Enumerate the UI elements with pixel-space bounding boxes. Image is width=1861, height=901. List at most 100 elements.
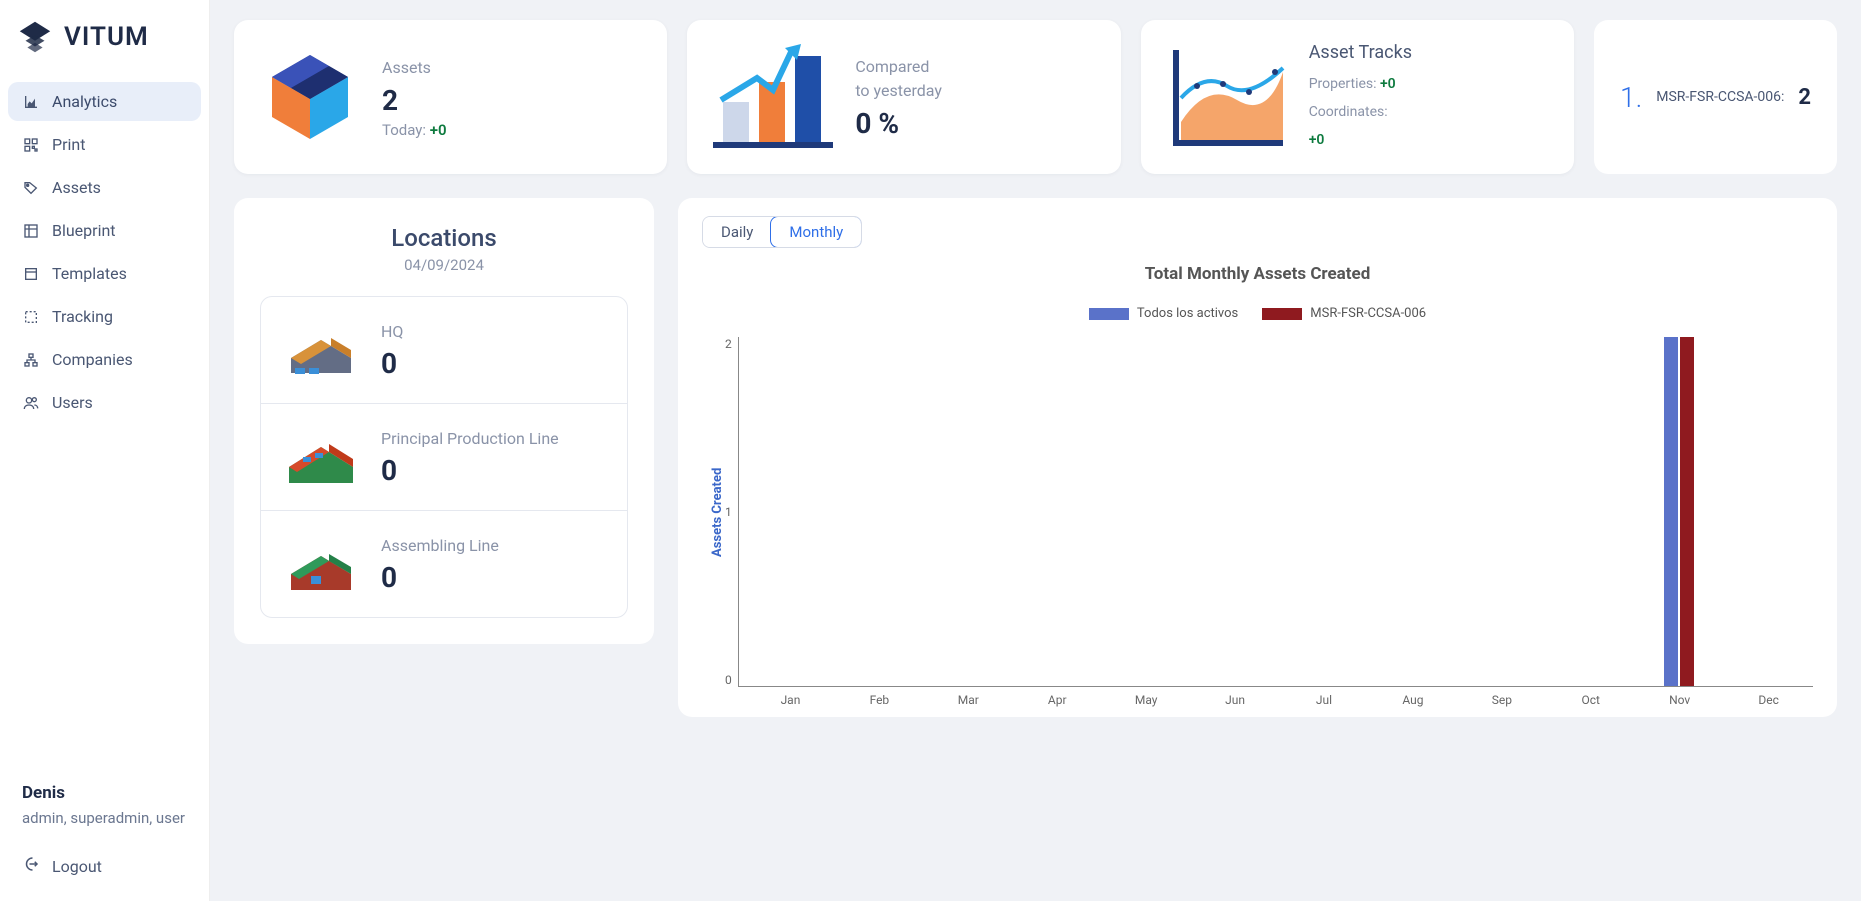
logout-label: Logout: [52, 857, 102, 876]
y-tick: 2: [725, 337, 732, 351]
month-col: [1276, 337, 1366, 686]
chart-plot: [738, 337, 1813, 687]
tracks-coords-label: Coordinates:: [1309, 101, 1412, 125]
compared-value: 0 %: [855, 107, 942, 140]
sidebar-item-analytics[interactable]: Analytics: [8, 82, 201, 121]
location-name: Assembling Line: [381, 535, 499, 557]
assets-today: Today: +0: [382, 121, 447, 139]
x-tick: Aug: [1368, 693, 1457, 707]
month-col: [918, 337, 1008, 686]
brand-name: VITUM: [64, 22, 149, 52]
x-tick: Jun: [1191, 693, 1280, 707]
rank-value: 2: [1798, 85, 1811, 110]
location-item[interactable]: Principal Production Line 0: [261, 404, 627, 511]
locations-title: Locations: [260, 224, 628, 252]
tag-icon: [22, 179, 40, 197]
location-item[interactable]: Assembling Line 0: [261, 511, 627, 617]
qr-icon: [22, 136, 40, 154]
x-tick: Jul: [1280, 693, 1369, 707]
tracks-title: Asset Tracks: [1309, 42, 1412, 63]
sidebar-item-tracking[interactable]: Tracking: [8, 297, 201, 336]
logout-icon: [22, 855, 40, 877]
tab-daily[interactable]: Daily: [703, 217, 771, 247]
location-count: 0: [381, 347, 403, 380]
x-tick: Nov: [1635, 693, 1724, 707]
location-name: Principal Production Line: [381, 428, 559, 450]
building-icon: [281, 422, 361, 492]
x-tick: Sep: [1457, 693, 1546, 707]
month-col: [1544, 337, 1634, 686]
rank-card: 1. MSR-FSR-CCSA-006: 2: [1594, 20, 1837, 174]
x-tick: Mar: [924, 693, 1013, 707]
building-icon: [281, 529, 361, 599]
assets-value: 2: [382, 84, 447, 117]
legend-item-all[interactable]: Todos los activos: [1089, 306, 1238, 321]
chart-bar: [1664, 337, 1678, 686]
sidebar-item-blueprint[interactable]: Blueprint: [8, 211, 201, 250]
chart-bar: [1680, 337, 1694, 686]
bar-growth-icon: [713, 42, 833, 152]
x-tick: May: [1102, 693, 1191, 707]
logo-icon: [16, 18, 54, 56]
chart-legend: Todos los activos MSR-FSR-CCSA-006: [702, 306, 1813, 321]
chart-card: Daily Monthly Total Monthly Assets Creat…: [678, 198, 1837, 717]
chart-xaxis: JanFebMarAprMayJunJulAugSepOctNovDec: [746, 693, 1813, 707]
sidebar-item-label: Templates: [52, 264, 127, 283]
y-tick: 0: [725, 673, 732, 687]
legend-item-series2[interactable]: MSR-FSR-CCSA-006: [1262, 306, 1426, 321]
sidebar: VITUM Analytics Print Assets Blueprint Templ…: [0, 0, 210, 901]
sidebar-item-users[interactable]: Users: [8, 383, 201, 422]
stats-row: Assets 2 Today: +0: [234, 20, 1837, 174]
legend-label-all: Todos los activos: [1137, 306, 1238, 321]
sidebar-item-label: Assets: [52, 178, 101, 197]
compared-line1: Compared: [855, 55, 942, 79]
sidebar-item-assets[interactable]: Assets: [8, 168, 201, 207]
chart-tabs: Daily Monthly: [702, 216, 862, 248]
blueprint-icon: [22, 222, 40, 240]
month-col: [828, 337, 918, 686]
month-col: [1365, 337, 1455, 686]
legend-swatch-series2: [1262, 308, 1302, 320]
sidebar-item-templates[interactable]: Templates: [8, 254, 201, 293]
sidebar-item-print[interactable]: Print: [8, 125, 201, 164]
locations-card: Locations 04/09/2024 HQ0Principal Produc…: [234, 198, 654, 644]
location-count: 0: [381, 561, 499, 594]
tab-monthly[interactable]: Monthly: [770, 216, 862, 248]
brand-logo: VITUM: [8, 18, 201, 76]
month-col: [739, 337, 829, 686]
sidebar-item-label: Users: [52, 393, 93, 412]
templates-icon: [22, 265, 40, 283]
main: Assets 2 Today: +0: [210, 0, 1861, 901]
users-icon: [22, 394, 40, 412]
area-chart-icon: [1167, 42, 1287, 152]
x-tick: Feb: [835, 693, 924, 707]
chart-line-icon: [22, 93, 40, 111]
x-tick: Oct: [1546, 693, 1635, 707]
legend-swatch-all: [1089, 308, 1129, 320]
x-tick: Jan: [746, 693, 835, 707]
sidebar-item-label: Analytics: [52, 92, 117, 111]
sitemap-icon: [22, 351, 40, 369]
tracking-icon: [22, 308, 40, 326]
tracks-properties: Properties: +0: [1309, 73, 1412, 97]
month-col: [1007, 337, 1097, 686]
location-name: HQ: [381, 321, 403, 343]
chart-yaxis: 210: [725, 337, 738, 687]
location-count: 0: [381, 454, 559, 487]
sidebar-footer: Denis admin, superadmin, user: [8, 773, 201, 840]
tracks-coords-delta: +0: [1309, 132, 1325, 148]
month-col: [1186, 337, 1276, 686]
building-icon: [281, 315, 361, 385]
logout-button[interactable]: Logout: [8, 839, 201, 883]
assets-card: Assets 2 Today: +0: [234, 20, 667, 174]
month-col: [1723, 337, 1813, 686]
sidebar-item-label: Companies: [52, 350, 133, 369]
locations-date: 04/09/2024: [260, 256, 628, 274]
chart-ylabel: Assets Created: [702, 337, 725, 687]
user-roles: admin, superadmin, user: [22, 807, 187, 830]
sidebar-item-companies[interactable]: Companies: [8, 340, 201, 379]
cube-icon: [260, 47, 360, 147]
x-tick: Dec: [1724, 693, 1813, 707]
location-item[interactable]: HQ 0: [261, 297, 627, 404]
compared-card: Compared to yesterday 0 %: [687, 20, 1120, 174]
